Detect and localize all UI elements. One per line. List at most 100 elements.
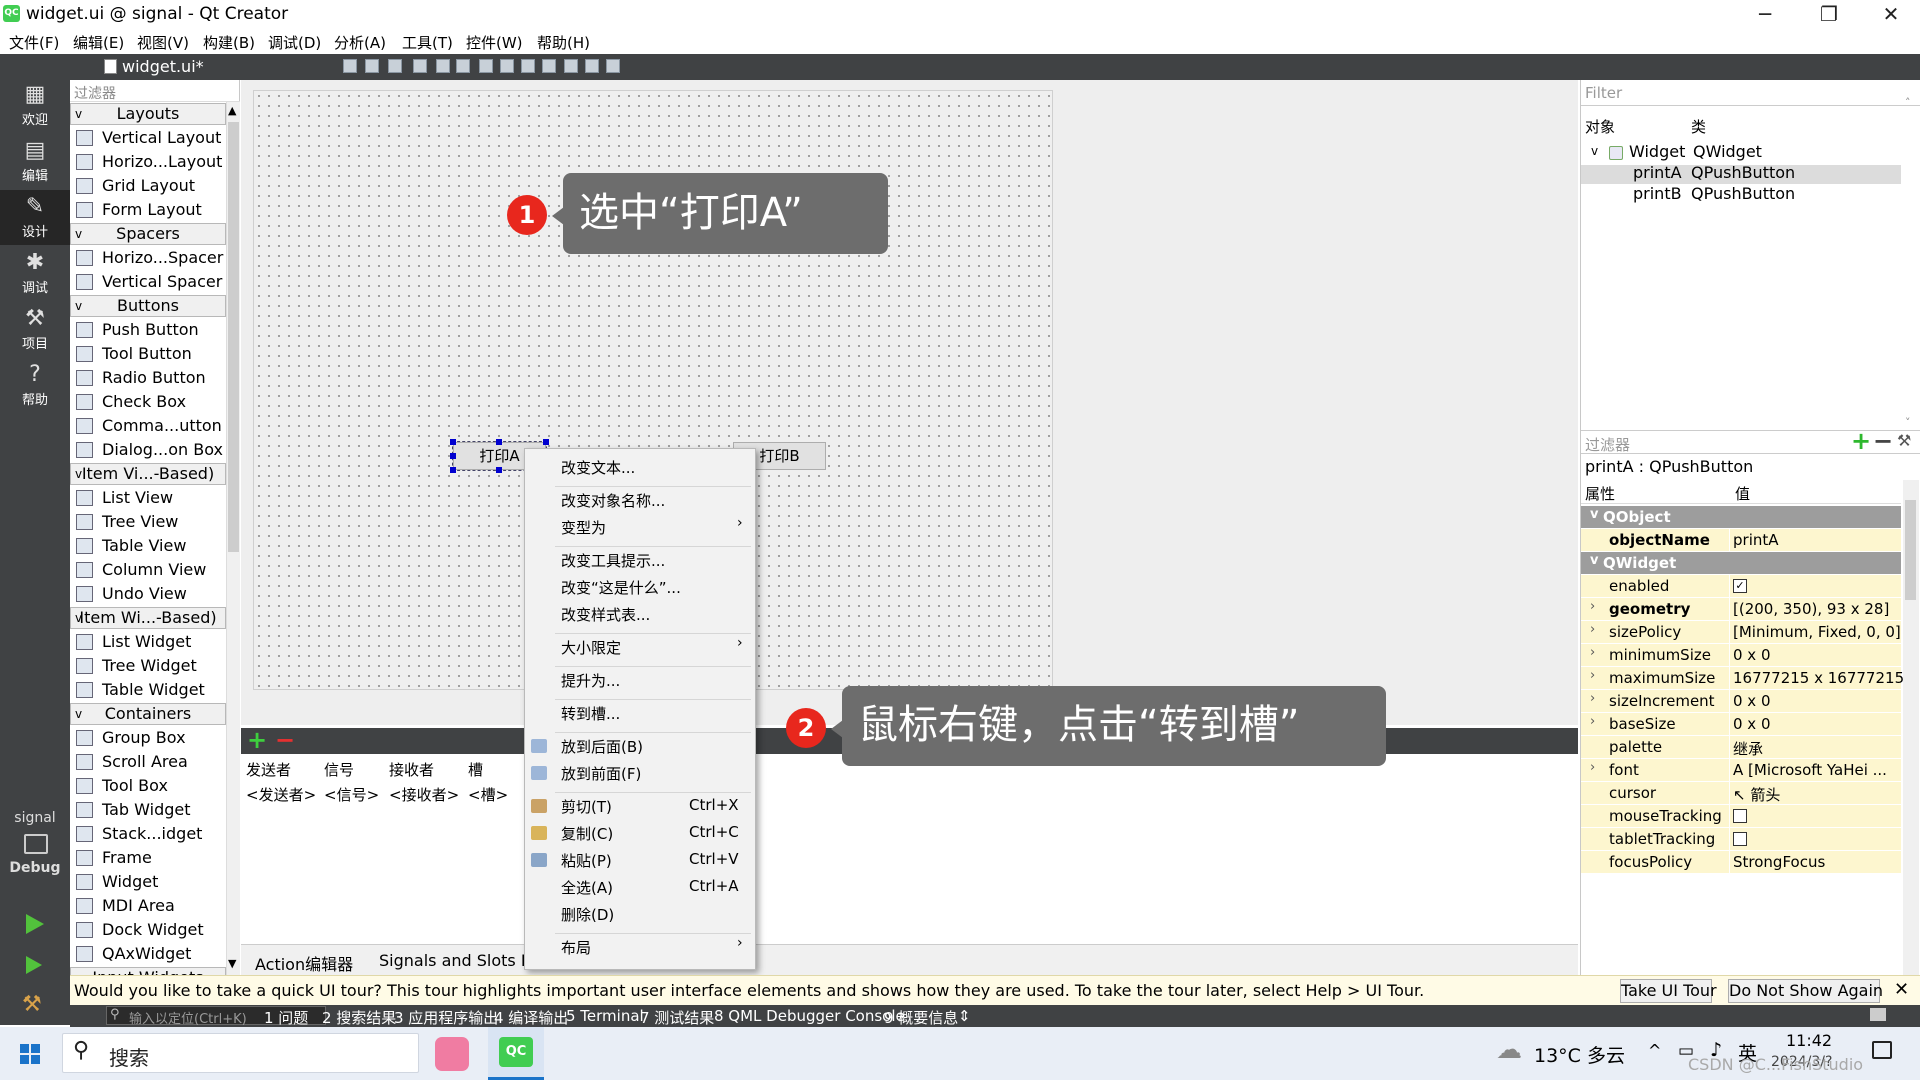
widget-category[interactable]: v Item Vi...-Based)	[70, 463, 226, 485]
notification-icon[interactable]	[1872, 1041, 1892, 1059]
collapse-arrow-icon[interactable]: v	[75, 296, 82, 316]
slot-cell[interactable]: <槽>	[468, 784, 508, 805]
widget-item[interactable]: Widget	[70, 870, 226, 894]
widget-item[interactable]: Check Box	[70, 390, 226, 414]
property-value[interactable]: 0 x 0	[1733, 646, 1771, 664]
widget-item[interactable]: QAxWidget	[70, 942, 226, 966]
menu-item[interactable]: 分析(A)	[334, 32, 386, 53]
widget-item[interactable]: Horizo...Spacer	[70, 246, 226, 270]
document-tab[interactable]: widget.ui*	[122, 57, 204, 76]
widget-item[interactable]: Vertical Spacer	[70, 270, 226, 294]
build-hammer-icon[interactable]: ⚒	[22, 992, 42, 1017]
property-value[interactable]: ↖ 箭头	[1733, 784, 1780, 805]
collapse-arrow-icon[interactable]: v	[1591, 144, 1598, 158]
mode-wrench[interactable]: ⚒ 项目	[0, 302, 70, 357]
context-menu-item[interactable]: 删除(D)	[561, 904, 614, 925]
collapse-arrow-icon[interactable]: v	[75, 608, 82, 628]
expand-arrow-icon[interactable]: ›	[1590, 691, 1595, 706]
collapse-arrow-icon[interactable]: v	[1590, 553, 1598, 568]
widget-item[interactable]: List View	[70, 486, 226, 510]
expand-arrow-icon[interactable]: ›	[1590, 622, 1595, 637]
mode-grid[interactable]: ▦ 欢迎	[0, 78, 70, 133]
output-pane-button[interactable]: 2 搜索结果	[322, 1007, 396, 1028]
context-menu-item[interactable]: 复制(C) Ctrl+C	[561, 823, 739, 844]
designer-tool-icon[interactable]	[606, 59, 620, 73]
sender-cell[interactable]: <发送者>	[246, 784, 316, 805]
designer-tool-icon[interactable]	[564, 59, 578, 73]
widget-item[interactable]: Group Box	[70, 726, 226, 750]
context-menu-item[interactable]: 改变“这是什么”...	[561, 577, 681, 598]
configure-icon[interactable]: ⚒	[1897, 431, 1911, 450]
kit-mode-label[interactable]: Debug	[0, 860, 70, 876]
resize-handle[interactable]	[496, 439, 502, 445]
context-menu-item[interactable]: 改变工具提示...	[561, 550, 665, 571]
widget-item[interactable]: Push Button	[70, 318, 226, 342]
property-row[interactable]: focusPolicy StrongFocus	[1581, 851, 1901, 874]
widget-item[interactable]: Table Widget	[70, 678, 226, 702]
class-column-header[interactable]: 类	[1691, 116, 1706, 137]
designer-tool-icon[interactable]	[542, 59, 556, 73]
maximize-button[interactable]: ❐	[1800, 0, 1858, 30]
designer-tool-icon[interactable]	[388, 59, 402, 73]
add-connection-icon[interactable]: +	[247, 726, 267, 754]
widget-category[interactable]: v Layouts	[70, 103, 226, 125]
widget-filter-input[interactable]: 过滤器	[70, 80, 240, 102]
context-menu-item[interactable]: 转到槽...	[561, 703, 620, 724]
expand-arrow-icon[interactable]: ›	[1590, 599, 1595, 614]
output-pane-button[interactable]: 7 测试结果	[640, 1007, 714, 1028]
designer-tool-icon[interactable]	[456, 59, 470, 73]
scroll-thumb[interactable]	[228, 122, 239, 552]
property-value[interactable]: 0 x 0	[1733, 692, 1771, 710]
resize-handle[interactable]	[496, 467, 502, 473]
collapse-arrow-icon[interactable]: v	[75, 464, 82, 484]
property-row[interactable]: mouseTracking	[1581, 805, 1901, 828]
qtcreator-taskbar-item[interactable]: QC	[488, 1027, 544, 1080]
property-group[interactable]: v QObject	[1581, 506, 1901, 529]
slot-header[interactable]: 槽	[468, 759, 483, 780]
designer-tool-icon[interactable]	[343, 59, 357, 73]
context-menu-item[interactable]: 粘贴(P) Ctrl+V	[561, 850, 739, 871]
sidebar-toggle-icon[interactable]	[1870, 1008, 1886, 1021]
property-row[interactable]: tabletTracking	[1581, 828, 1901, 851]
menu-item[interactable]: 视图(V)	[137, 32, 189, 53]
widget-item[interactable]: Grid Layout	[70, 174, 226, 198]
resize-handle[interactable]	[450, 453, 456, 459]
bilibili-app-icon[interactable]	[435, 1037, 469, 1071]
widget-item[interactable]: Comma...utton	[70, 414, 226, 438]
object-filter-input[interactable]: Filter	[1581, 80, 1920, 106]
context-menu-item[interactable]: 放到前面(F)	[561, 763, 641, 784]
context-menu-item[interactable]: 改变样式表...	[561, 604, 650, 625]
context-menu-item[interactable]: 布局 ›	[561, 935, 743, 958]
pane-resize-icon[interactable]: ⇕	[958, 1007, 971, 1025]
object-class-cell[interactable]: QPushButton	[1691, 163, 1795, 182]
resize-handle[interactable]	[450, 467, 456, 473]
property-row[interactable]: enabled ✓	[1581, 575, 1901, 598]
receiver-header[interactable]: 接收者	[389, 759, 434, 780]
widget-category[interactable]: v Containers	[70, 703, 226, 725]
designer-tool-icon[interactable]	[500, 59, 514, 73]
property-row[interactable]: › geometry [(200, 350), 93 x 28]	[1581, 598, 1901, 621]
property-row[interactable]: › font A [Microsoft YaHei ...	[1581, 759, 1901, 782]
context-menu-item[interactable]: 提升为...	[561, 670, 620, 691]
menu-item[interactable]: 编辑(E)	[73, 32, 124, 53]
menu-item[interactable]: 工具(T)	[402, 32, 453, 53]
output-pane-button[interactable]: 3 应用程序输出	[394, 1007, 498, 1028]
widget-item[interactable]: Form Layout	[70, 198, 226, 222]
close-tour-icon[interactable]: ✕	[1894, 979, 1909, 1000]
scroll-down-icon[interactable]: ˅	[1905, 416, 1911, 429]
debug-run-icon[interactable]	[26, 956, 42, 974]
widget-item[interactable]: Undo View	[70, 582, 226, 606]
object-class-cell[interactable]: QWidget	[1693, 142, 1762, 161]
output-pane-button[interactable]: 4 编译输出	[494, 1007, 568, 1028]
property-row[interactable]: › baseSize 0 x 0	[1581, 713, 1901, 736]
property-value[interactable]: [(200, 350), 93 x 28]	[1733, 600, 1889, 618]
locator-input[interactable]: 输入以定位(Ctrl+K)	[129, 1008, 247, 1027]
expand-arrow-icon[interactable]: ›	[1590, 760, 1595, 775]
widget-item[interactable]: Column View	[70, 558, 226, 582]
property-row[interactable]: › sizeIncrement 0 x 0	[1581, 690, 1901, 713]
widget-item[interactable]: Dock Widget	[70, 918, 226, 942]
menu-item[interactable]: 控件(W)	[466, 32, 523, 53]
mode-document[interactable]: ▤ 编辑	[0, 134, 70, 189]
close-window-button[interactable]: ✕	[1862, 0, 1920, 30]
property-column-header[interactable]: 属性	[1585, 483, 1615, 504]
